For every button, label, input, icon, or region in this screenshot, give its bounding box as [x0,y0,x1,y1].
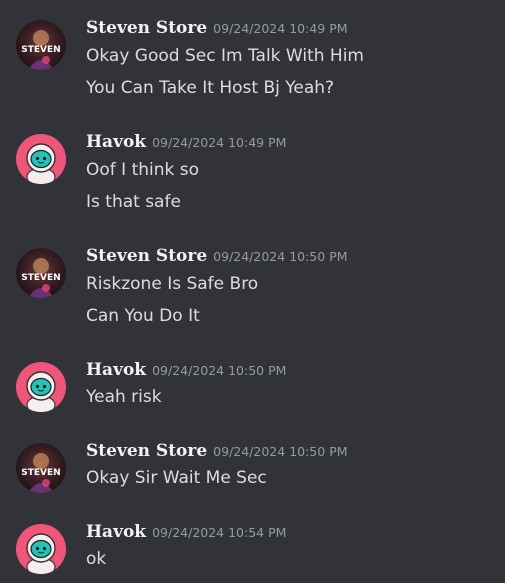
message-group: STEVEN Steven Store 09/24/2024 10:50 PM O… [0,441,505,501]
message-header: Steven Store 09/24/2024 10:50 PM [86,246,348,270]
havok-astronaut-avatar-icon[interactable] [16,362,66,412]
havok-astronaut-avatar-icon[interactable] [16,524,66,574]
message-text: You Can Take It Host Bj Yeah? [86,78,335,98]
message-group: Havok 09/24/2024 10:54 PM ok [0,522,505,582]
steven-store-avatar-icon[interactable]: STEVEN [16,443,66,493]
steven-store-avatar-icon[interactable]: STEVEN [16,20,66,70]
timestamp[interactable]: 09/24/2024 10:54 PM [152,525,286,540]
timestamp[interactable]: 09/24/2024 10:50 PM [213,444,347,459]
message-text: Oof I think so [86,160,200,180]
username[interactable]: Steven Store [86,441,207,461]
avatar-text: STEVEN [21,45,60,55]
username[interactable]: Steven Store [86,246,207,266]
avatar-text: STEVEN [21,273,60,283]
message-group: STEVEN Steven Store 09/24/2024 10:49 PM O… [0,18,505,108]
message-text: Okay Good Sec Im Talk With Him [86,46,364,66]
username[interactable]: Havok [86,132,146,152]
timestamp[interactable]: 09/24/2024 10:49 PM [152,135,286,150]
message-text: Yeah risk [86,387,162,407]
username[interactable]: Havok [86,360,146,380]
message-header: Havok 09/24/2024 10:49 PM [86,132,286,156]
message-text: Riskzone Is Safe Bro [86,274,259,294]
message-header: Steven Store 09/24/2024 10:49 PM [86,18,348,42]
message-text: Can You Do It [86,306,200,326]
message-text: Okay Sir Wait Me Sec [86,468,267,488]
timestamp[interactable]: 09/24/2024 10:49 PM [213,21,347,36]
username[interactable]: Steven Store [86,18,207,38]
message-header: Havok 09/24/2024 10:50 PM [86,360,286,384]
message-group: Havok 09/24/2024 10:50 PM Yeah risk [0,360,505,420]
message-text: ok [86,549,107,569]
message-header: Steven Store 09/24/2024 10:50 PM [86,441,348,465]
timestamp[interactable]: 09/24/2024 10:50 PM [213,249,347,264]
message-group: Havok 09/24/2024 10:49 PM Oof I think so … [0,132,505,222]
username[interactable]: Havok [86,522,146,542]
steven-store-avatar-icon[interactable]: STEVEN [16,248,66,298]
message-text: Is that safe [86,192,181,212]
timestamp[interactable]: 09/24/2024 10:50 PM [152,363,286,378]
avatar-text: STEVEN [21,468,60,478]
message-group: STEVEN Steven Store 09/24/2024 10:50 PM R… [0,246,505,336]
havok-astronaut-avatar-icon[interactable] [16,134,66,184]
chat-message-list: STEVEN Steven Store 09/24/2024 10:49 PM O… [0,0,505,583]
message-header: Havok 09/24/2024 10:54 PM [86,522,286,546]
